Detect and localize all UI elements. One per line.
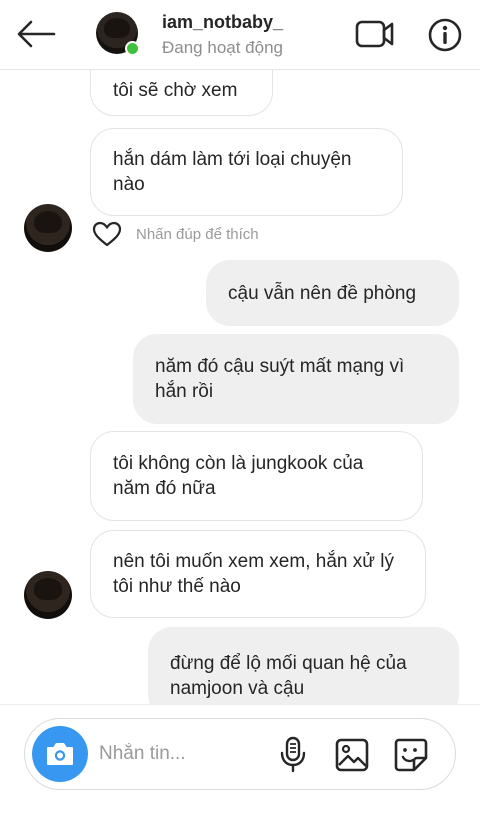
image-icon: [335, 738, 369, 772]
message-text: hắn dám làm tới loại chuyện nào: [113, 149, 352, 195]
profile-avatar[interactable]: [96, 12, 140, 56]
message-bubble[interactable]: tôi không còn là jungkook của năm đó nữa: [90, 431, 423, 521]
message-composer: [24, 718, 456, 790]
gallery-button[interactable]: [335, 738, 369, 772]
sender-avatar[interactable]: [24, 571, 72, 619]
direct-message-screen: iam_notbaby_ Đang hoạt động tôi sẽ chờ x…: [0, 0, 480, 813]
chat-header: iam_notbaby_ Đang hoạt động: [0, 0, 480, 70]
microphone-icon: [280, 736, 306, 773]
message-bubble[interactable]: nên tôi muốn xem xem, hắn xử lý tôi như …: [90, 530, 426, 618]
double-tap-hint: Nhấn đúp để thích: [136, 225, 259, 243]
message-text: cậu vẫn nên đề phòng: [228, 282, 417, 304]
sticker-button[interactable]: [393, 737, 429, 773]
message-text: đừng để lộ mối quan hệ của namjoon và cậ…: [170, 653, 407, 699]
message-text: tôi sẽ chờ xem: [113, 79, 238, 101]
message-bubble[interactable]: năm đó cậu suýt mất mạng vì hắn rồi: [133, 334, 459, 424]
sender-avatar[interactable]: [24, 204, 72, 252]
arrow-left-icon: [17, 20, 56, 48]
info-icon: [428, 18, 462, 52]
message-bubble[interactable]: đừng để lộ mối quan hệ của namjoon và cậ…: [148, 627, 459, 704]
message-text: năm đó cậu suýt mất mạng vì hắn rồi: [155, 356, 405, 402]
back-button[interactable]: [14, 14, 58, 54]
chat-username[interactable]: iam_notbaby_: [162, 12, 283, 33]
voice-message-button[interactable]: [278, 736, 308, 774]
camera-button[interactable]: [32, 726, 88, 782]
composer-bar: [0, 704, 480, 813]
message-input[interactable]: [99, 739, 269, 769]
info-button[interactable]: [427, 17, 463, 53]
message-text: nên tôi muốn xem xem, hắn xử lý tôi như …: [113, 551, 394, 597]
video-camera-icon: [355, 20, 394, 48]
video-call-button[interactable]: [354, 16, 396, 52]
online-status-dot: [125, 41, 140, 56]
message-thread: tôi sẽ chờ xem hắn dám làm tới loại chuy…: [0, 70, 480, 704]
message-bubble[interactable]: tôi sẽ chờ xem: [90, 70, 273, 116]
heart-icon[interactable]: [92, 221, 122, 247]
like-row: Nhấn đúp để thích: [92, 221, 259, 247]
message-text: tôi không còn là jungkook của năm đó nữa: [113, 453, 364, 499]
sticker-icon: [394, 738, 428, 772]
activity-status: Đang hoạt động: [162, 38, 283, 57]
message-bubble[interactable]: cậu vẫn nên đề phòng: [206, 260, 459, 326]
message-bubble[interactable]: hắn dám làm tới loại chuyện nào: [90, 128, 403, 216]
camera-icon: [47, 743, 73, 765]
